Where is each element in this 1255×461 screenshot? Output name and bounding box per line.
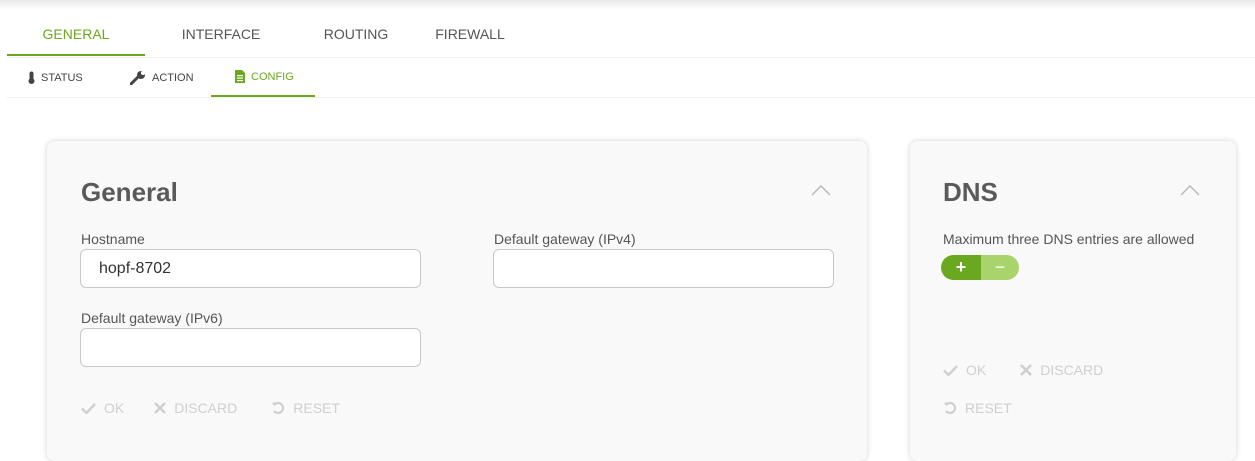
general-card: General Hostname Default gateway (IPv4) … [47, 141, 867, 461]
document-icon [235, 70, 245, 83]
general-discard-button[interactable]: DISCARD [154, 400, 237, 416]
tab-routing[interactable]: ROUTING [297, 12, 415, 56]
gateway-ipv6-input[interactable] [80, 328, 421, 367]
subtab-action[interactable]: ACTION [107, 58, 211, 97]
subtab-status-label: STATUS [41, 71, 83, 84]
general-ok-button[interactable]: OK [81, 400, 124, 416]
hostname-input[interactable] [80, 249, 421, 288]
dns-ok-button[interactable]: OK [943, 362, 986, 378]
discard-label: DISCARD [1040, 362, 1104, 378]
undo-icon [943, 401, 957, 415]
subtab-config[interactable]: CONFIG [211, 58, 315, 97]
remove-dns-button[interactable]: − [981, 255, 1019, 280]
dns-actions-row1: OK DISCARD [943, 362, 1103, 378]
discard-label: DISCARD [174, 400, 238, 416]
tab-firewall[interactable]: FIREWALL [415, 12, 525, 56]
reset-label: RESET [293, 400, 340, 416]
subtab-status[interactable]: STATUS [7, 58, 107, 97]
dns-note: Maximum three DNS entries are allowed [943, 231, 1195, 247]
tab-interface[interactable]: INTERFACE [145, 12, 297, 56]
subtab-config-label: CONFIG [251, 70, 294, 83]
gateway-ipv6-label: Default gateway (IPv6) [81, 310, 223, 326]
chevron-up-icon[interactable] [1180, 185, 1200, 196]
close-icon [1020, 364, 1033, 376]
gateway-ipv4-label: Default gateway (IPv4) [494, 231, 636, 247]
ok-label: OK [104, 400, 125, 416]
check-icon [943, 364, 958, 376]
dns-actions-row2: RESET [943, 400, 1012, 416]
gateway-ipv4-input[interactable] [493, 249, 834, 288]
add-dns-button[interactable]: + [941, 255, 981, 280]
general-actions: OK DISCARD RESET [81, 400, 340, 416]
ok-label: OK [966, 362, 987, 378]
tab-general[interactable]: GENERAL [7, 12, 145, 56]
main-tab-bar: GENERAL INTERFACE ROUTING FIREWALL [7, 12, 1255, 58]
top-shadow [0, 0, 1255, 10]
dns-card: DNS Maximum three DNS entries are allowe… [910, 141, 1236, 461]
dns-add-remove-group: + − [941, 255, 1019, 280]
wrench-icon [130, 70, 145, 85]
general-reset-button[interactable]: RESET [271, 400, 340, 416]
thermometer-icon [28, 71, 35, 84]
dns-reset-button[interactable]: RESET [943, 400, 1012, 416]
check-icon [81, 402, 96, 414]
dns-discard-button[interactable]: DISCARD [1020, 362, 1103, 378]
general-title: General [81, 177, 178, 207]
dns-title: DNS [943, 177, 998, 207]
close-icon [154, 402, 167, 414]
reset-label: RESET [965, 400, 1012, 416]
subtab-action-label: ACTION [152, 71, 194, 84]
undo-icon [271, 401, 285, 415]
chevron-up-icon[interactable] [811, 185, 831, 196]
sub-tab-bar: STATUS ACTION CONFIG [7, 58, 1255, 98]
hostname-label: Hostname [81, 231, 145, 247]
